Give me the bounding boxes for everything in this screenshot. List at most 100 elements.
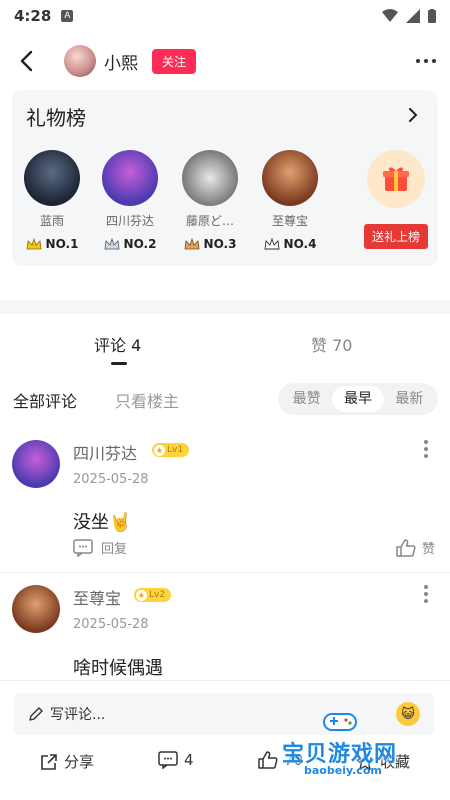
tab-likes[interactable]: 赞 70: [311, 332, 352, 356]
comment-count: 4: [184, 751, 194, 769]
avatar[interactable]: [12, 585, 60, 633]
gift-rank-number: NO.3: [203, 237, 237, 251]
gift-rank-item[interactable]: 藤原ど… NO.3: [170, 150, 250, 251]
dot-icon: [424, 599, 428, 603]
gift-rank-name: 蓝雨: [39, 214, 64, 228]
status-time: 4:28: [14, 7, 52, 25]
share-icon: [41, 753, 57, 770]
signal-icon: [406, 9, 420, 23]
reply-label: 回复: [101, 542, 128, 557]
reply-button[interactable]: 回复: [73, 538, 127, 557]
gift-rank-item[interactable]: 四川芬达 NO.2: [90, 150, 170, 251]
bottom-bar: 写评论... 😺 分享 4 70 收藏: [0, 680, 450, 800]
author-name[interactable]: 小熙: [104, 49, 138, 74]
send-gift-area[interactable]: 送礼上榜: [364, 150, 428, 249]
dot-icon: [432, 59, 436, 63]
favorite-label: 收藏: [380, 753, 411, 771]
comment-author[interactable]: 四川芬达: [73, 440, 137, 464]
like-count: 70: [284, 751, 304, 769]
dot-icon: [424, 447, 428, 451]
thumbs-up-icon: [258, 751, 278, 769]
star-icon: ★: [136, 589, 147, 601]
comment-input-placeholder: 写评论...: [50, 707, 106, 723]
gift-rank-number: NO.4: [283, 237, 317, 251]
like-label: 赞: [422, 542, 436, 557]
sort-top[interactable]: 最赞: [281, 386, 332, 412]
sort-earliest[interactable]: 最早: [332, 386, 384, 412]
sort-toggle: 最赞 最早 最新: [278, 383, 438, 415]
thumbs-up-icon: [396, 538, 416, 557]
gift-rank-item[interactable]: 至尊宝 NO.4: [250, 150, 330, 251]
gift-rank-label: NO.3: [170, 237, 250, 251]
dot-icon: [424, 585, 428, 589]
top-bar: 小熙 关注: [0, 38, 450, 84]
gift-box-icon[interactable]: [367, 150, 425, 208]
wifi-icon: [382, 9, 398, 22]
reply-icon: [73, 538, 93, 557]
chevron-right-icon[interactable]: [406, 108, 420, 122]
comment-text: 啥时候偶遇: [73, 658, 163, 679]
favorite-button[interactable]: 收藏: [356, 751, 410, 772]
comment-input[interactable]: 写评论... 😺: [14, 693, 434, 735]
level-badge: ★ Lv1: [152, 443, 190, 457]
comment-divider: [0, 572, 450, 573]
sort-newest[interactable]: 最新: [384, 386, 435, 412]
level-badge: ★ Lv2: [134, 588, 172, 602]
pencil-icon: [29, 707, 43, 721]
like-post-button[interactable]: 70: [258, 751, 303, 769]
battery-icon: [428, 9, 436, 23]
section-divider: [0, 300, 450, 314]
gift-rank-name: 四川芬达: [105, 214, 154, 228]
status-bar: 4:28 A: [0, 0, 450, 32]
gift-rank-number: NO.2: [123, 237, 157, 251]
comment-more-button[interactable]: [424, 440, 428, 458]
dot-icon: [424, 59, 428, 63]
follow-button[interactable]: 关注: [152, 48, 197, 74]
comment-date: 2025-05-28: [73, 617, 149, 632]
tab-indicator: [111, 362, 127, 365]
gift-board: 礼物榜 蓝雨 NO.1 四川芬达 NO.2 藤原ど… NO.3 至尊宝 NO.4: [12, 90, 438, 266]
comment-text: 没坐🤘: [73, 512, 132, 533]
level-text: Lv2: [149, 590, 166, 600]
avatar: [102, 150, 158, 206]
author-avatar[interactable]: [64, 45, 96, 77]
back-arrow-icon: [20, 50, 33, 72]
tab-bar: 评论 4 赞 70: [0, 322, 450, 370]
filter-owner-only[interactable]: 只看楼主: [115, 388, 179, 412]
comment-date: 2025-05-28: [73, 472, 149, 487]
crown-icon: [264, 238, 280, 250]
tab-comments[interactable]: 评论 4: [94, 332, 141, 356]
more-options-button[interactable]: [416, 59, 436, 63]
crown-icon: [104, 238, 119, 250]
crown-icon: [184, 238, 199, 250]
dot-icon: [424, 454, 428, 458]
comment-more-button[interactable]: [424, 585, 428, 603]
dot-icon: [416, 59, 420, 63]
star-outline-icon: [356, 752, 374, 770]
like-button[interactable]: 赞: [396, 538, 435, 557]
gift-board-title: 礼物榜: [26, 106, 86, 130]
gift-rank-number: NO.1: [45, 237, 79, 251]
notification-icon: A: [61, 10, 74, 22]
back-button[interactable]: [14, 49, 38, 73]
star-icon: ★: [154, 444, 165, 456]
share-button[interactable]: 分享: [40, 751, 94, 772]
comment-author[interactable]: 至尊宝: [73, 585, 121, 609]
emoji-icon[interactable]: 😺: [396, 702, 420, 726]
gift-rank-label: NO.2: [90, 237, 170, 251]
share-label: 分享: [64, 753, 95, 771]
dot-icon: [424, 440, 428, 444]
dot-icon: [424, 592, 428, 596]
filter-all-comments[interactable]: 全部评论: [13, 388, 77, 412]
gift-rank-name: 藤原ど…: [185, 214, 234, 228]
send-gift-button[interactable]: 送礼上榜: [364, 224, 428, 249]
avatar: [262, 150, 318, 206]
comments-button[interactable]: 4: [158, 751, 194, 769]
gift-rank-item[interactable]: 蓝雨 NO.1: [12, 150, 92, 251]
level-text: Lv1: [167, 445, 184, 455]
avatar: [24, 150, 80, 206]
gift-rank-name: 至尊宝: [271, 214, 308, 228]
comment-filter-row: 全部评论 只看楼主 最赞 最早 最新: [0, 382, 450, 416]
avatar[interactable]: [12, 440, 60, 488]
avatar: [182, 150, 238, 206]
